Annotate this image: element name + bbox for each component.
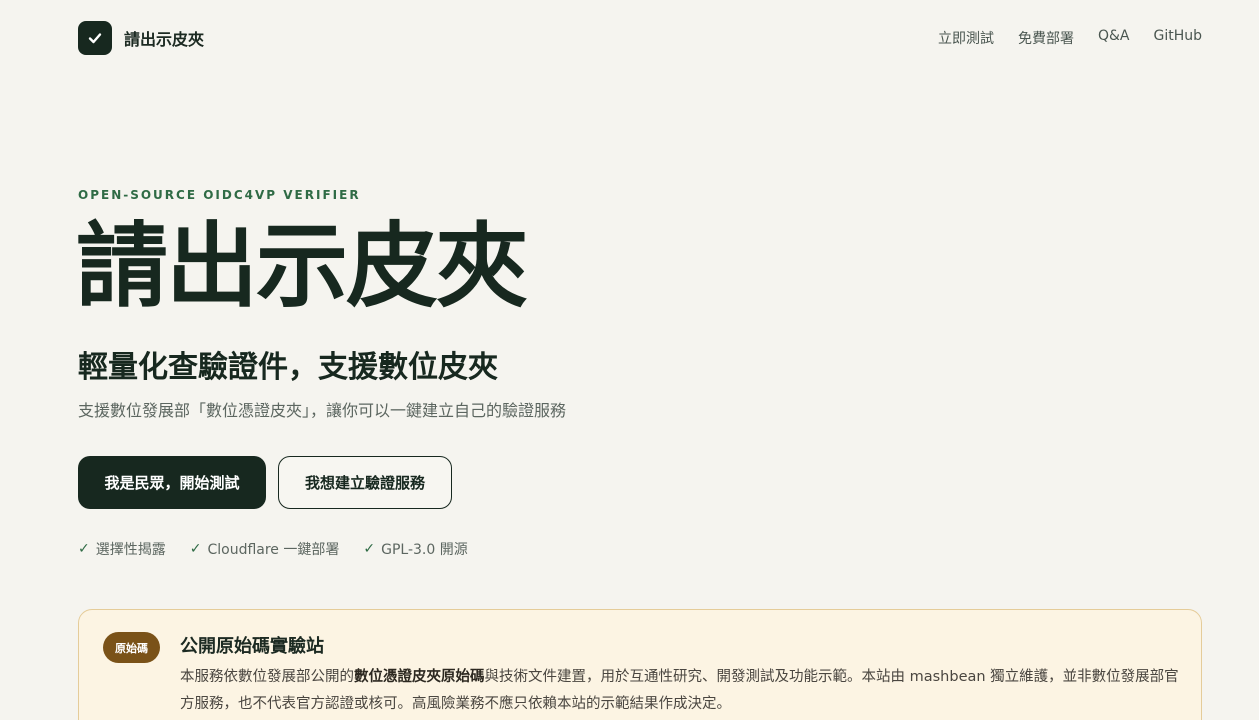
check-icon: ✓ [78,541,90,557]
brand-name: 請出示皮夾 [124,30,205,49]
feature-item: ✓ 選擇性揭露 [78,539,166,559]
nav-link-github[interactable]: GitHub [1153,28,1202,48]
nav-link-test[interactable]: 立即測試 [938,28,994,48]
brand-link[interactable]: 請出示皮夾 [78,21,204,55]
notice-body-prefix: 本服務依數位發展部公開的 [180,669,354,685]
start-test-button[interactable]: 我是民眾，開始測試 [78,456,266,509]
check-icon: ✓ [189,541,202,557]
feature-list: ✓ 選擇性揭露 ✓ Cloudflare 一鍵部署 ✓ GPL-3.0 開源 [78,539,468,559]
feature-label: Cloudflare 一鍵部署 [207,542,340,558]
feature-item: ✓ GPL-3.0 開源 [363,539,467,559]
site-header: 請出示皮夾 立即測試 免費部署 Q&A GitHub [78,20,1202,56]
check-icon: ✓ [363,541,376,557]
nav-link-qa[interactable]: Q&A [1098,28,1130,48]
source-badge: 原始碼 [103,632,160,663]
hero-eyebrow: OPEN-SOURCE OIDC4VP VERIFIER [78,188,361,202]
feature-label: 選擇性揭露 [95,542,166,558]
source-notice-card: 原始碼 公開原始碼實驗站 本服務依數位發展部公開的數位憑證皮夾原始碼與技術文件建… [78,609,1202,720]
logo-check-icon [78,21,112,55]
nav-link-deploy[interactable]: 免費部署 [1018,28,1074,48]
feature-item: ✓ Cloudflare 一鍵部署 [190,539,340,559]
hero-title: 請出示皮夾 [76,213,528,320]
feature-label: GPL-3.0 開源 [381,542,468,558]
notice-source-link[interactable]: 數位憑證皮夾原始碼 [354,669,485,685]
notice-title: 公開原始碼實驗站 [180,636,324,657]
hero-description: 支援數位發展部「數位憑證皮夾」，讓你可以一鍵建立自己的驗證服務 [78,401,567,420]
notice-body: 本服務依數位發展部公開的數位憑證皮夾原始碼與技術文件建置，用於互通性研究、開發測… [180,664,1180,718]
hero-subtitle: 輕量化查驗證件，支援數位皮夾 [78,350,498,385]
create-service-button[interactable]: 我想建立驗證服務 [278,456,452,509]
main-nav: 立即測試 免費部署 Q&A GitHub [938,28,1202,48]
